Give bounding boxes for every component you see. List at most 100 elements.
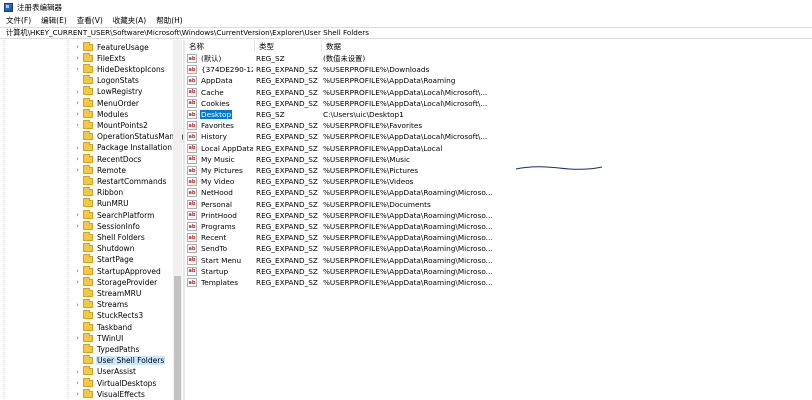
table-row[interactable]: ab My Music REG_EXPAND_SZ %USERPROFILE%\Mus… bbox=[185, 154, 812, 165]
table-row[interactable]: ab Templates REG_EXPAND_SZ %USERPROFILE%\Ap… bbox=[185, 277, 812, 288]
chevron-right-icon[interactable]: › bbox=[74, 390, 81, 398]
tree-item[interactable]: › Remote bbox=[74, 164, 127, 176]
tree-item[interactable]: TypedPaths bbox=[74, 343, 140, 355]
chevron-right-icon[interactable]: › bbox=[74, 43, 81, 51]
value-name-cell[interactable]: ab (默认) bbox=[185, 53, 253, 64]
table-row[interactable]: ab Cache REG_EXPAND_SZ %USERPROFILE%\AppDat… bbox=[185, 87, 812, 98]
tree-item[interactable]: › Package Installation bbox=[74, 142, 173, 153]
tree-item[interactable]: OperationStatusManager bbox=[74, 131, 183, 142]
value-name-cell[interactable]: ab Templates bbox=[185, 277, 253, 288]
tree-item[interactable]: › Streams bbox=[74, 299, 129, 310]
value-name-cell[interactable]: ab Desktop bbox=[185, 109, 253, 120]
value-name-cell[interactable]: ab SendTo bbox=[185, 243, 253, 254]
tree-item[interactable]: StreamMRU bbox=[74, 287, 142, 299]
tree-item[interactable]: › RecentDocs bbox=[74, 153, 142, 165]
value-name-cell[interactable]: ab Cache bbox=[185, 87, 253, 98]
tree-scrollbar-thumb[interactable] bbox=[174, 276, 181, 400]
value-name-cell[interactable]: ab Programs bbox=[185, 221, 253, 232]
table-row[interactable]: ab Recent REG_EXPAND_SZ %USERPROFILE%\AppDa… bbox=[185, 232, 812, 243]
column-header-name[interactable]: 名称 bbox=[185, 40, 255, 52]
value-name-cell[interactable]: ab My Video bbox=[185, 176, 253, 187]
tree-item[interactable]: › HideDesktopIcons bbox=[74, 63, 166, 75]
value-name-cell[interactable]: ab Local AppData bbox=[185, 143, 253, 154]
chevron-right-icon[interactable]: › bbox=[74, 88, 81, 96]
table-row[interactable]: ab {374DE290-12...REG_EXPAND_SZ %USERPROFI… bbox=[185, 64, 812, 75]
value-name-cell[interactable]: ab My Music bbox=[185, 154, 253, 165]
chevron-right-icon[interactable]: › bbox=[74, 211, 81, 219]
tree-item[interactable]: RestartCommands bbox=[74, 175, 167, 187]
chevron-right-icon[interactable]: › bbox=[74, 144, 81, 152]
tree-item[interactable]: › StorageProvider bbox=[74, 276, 158, 288]
value-name-cell[interactable]: ab Cookies bbox=[185, 98, 253, 109]
chevron-right-icon[interactable]: › bbox=[74, 54, 81, 62]
address-bar[interactable]: 计算机\HKEY_CURRENT_USER\Software\Microsoft… bbox=[0, 27, 812, 39]
tree-item[interactable]: Shutdown bbox=[74, 243, 135, 254]
value-name-cell[interactable]: ab Personal bbox=[185, 199, 253, 210]
tree-item[interactable]: Taskband bbox=[74, 321, 133, 333]
table-row[interactable]: ab PrintHood REG_EXPAND_SZ %USERPROFILE%\Ap… bbox=[185, 210, 812, 221]
value-name-cell[interactable]: ab History bbox=[185, 131, 253, 142]
chevron-right-icon[interactable]: › bbox=[74, 267, 81, 275]
chevron-right-icon[interactable]: › bbox=[74, 155, 81, 163]
chevron-right-icon[interactable]: › bbox=[74, 278, 81, 286]
tree-item[interactable]: › Modules bbox=[74, 108, 129, 120]
tree-item[interactable]: Ribbon bbox=[74, 187, 124, 198]
tree-item[interactable]: › SearchPlatform bbox=[74, 209, 155, 221]
chevron-right-icon[interactable]: › bbox=[74, 99, 81, 107]
menu-edit[interactable]: 编辑(E) bbox=[36, 15, 72, 26]
tree-item[interactable]: StuckRects3 bbox=[74, 310, 144, 321]
menu-help[interactable]: 帮助(H) bbox=[151, 15, 188, 26]
chevron-right-icon[interactable]: › bbox=[74, 379, 81, 387]
tree-item[interactable]: StartPage bbox=[74, 254, 134, 265]
tree-item[interactable]: › UserAssist bbox=[74, 366, 137, 377]
value-name-cell[interactable]: ab My Pictures bbox=[185, 165, 253, 176]
value-name-cell[interactable]: ab Startup bbox=[185, 266, 253, 277]
tree-item[interactable]: User Shell Folders bbox=[74, 355, 166, 366]
chevron-right-icon[interactable]: › bbox=[74, 166, 81, 174]
address-path[interactable]: 计算机\HKEY_CURRENT_USER\Software\Microsoft… bbox=[6, 28, 369, 38]
chevron-right-icon[interactable]: › bbox=[74, 301, 81, 309]
tree-item[interactable]: › FileExts bbox=[74, 52, 127, 64]
table-row[interactable]: ab Desktop REG_SZ C:\Users\uic\Desktop1 bbox=[185, 109, 812, 120]
tree-scrollbar[interactable] bbox=[173, 40, 182, 400]
table-row[interactable]: ab My Pictures REG_EXPAND_SZ %USERPROFILE%\… bbox=[185, 165, 812, 176]
table-row[interactable]: ab Startup REG_EXPAND_SZ %USERPROFILE%\AppD… bbox=[185, 266, 812, 277]
table-row[interactable]: ab My Video REG_EXPAND_SZ %USERPROFILE%\Vid… bbox=[185, 176, 812, 187]
tree-item[interactable]: LogonStats bbox=[74, 75, 140, 86]
tree-item[interactable]: › LowRegistry bbox=[74, 86, 143, 97]
tree-item[interactable]: › StartupApproved bbox=[74, 265, 162, 277]
value-name-cell[interactable]: ab AppData bbox=[185, 75, 253, 86]
tree-item[interactable]: › MenuOrder bbox=[74, 97, 140, 109]
value-name-cell[interactable]: ab Recent bbox=[185, 232, 253, 243]
table-row[interactable]: ab Programs REG_EXPAND_SZ %USERPROFILE%\App… bbox=[185, 221, 812, 232]
chevron-right-icon[interactable]: › bbox=[74, 334, 81, 342]
chevron-right-icon[interactable]: › bbox=[74, 65, 81, 73]
tree-item[interactable]: › MountPoints2 bbox=[74, 119, 149, 131]
tree-item[interactable]: › SessionInfo bbox=[74, 220, 141, 232]
value-name-cell[interactable]: ab PrintHood bbox=[185, 210, 253, 221]
table-row[interactable]: ab NetHood REG_EXPAND_SZ %USERPROFILE%\AppD… bbox=[185, 187, 812, 198]
table-row[interactable]: ab Start Menu REG_EXPAND_SZ %USERPROFILE%\A… bbox=[185, 255, 812, 266]
value-name-cell[interactable]: ab NetHood bbox=[185, 187, 253, 198]
value-name-cell[interactable]: ab {374DE290-12... bbox=[185, 64, 253, 75]
table-row[interactable]: ab Favorites REG_EXPAND_SZ %USERPROFILE%\Fa… bbox=[185, 120, 812, 131]
table-row[interactable]: ab History REG_EXPAND_SZ %USERPROFILE%\AppD… bbox=[185, 131, 812, 142]
tree-item[interactable]: RunMRU bbox=[74, 198, 130, 209]
chevron-right-icon[interactable]: › bbox=[74, 121, 81, 129]
menu-view[interactable]: 查看(V) bbox=[72, 15, 108, 26]
table-row[interactable]: ab Personal REG_EXPAND_SZ %USERPROFILE%\Doc… bbox=[185, 199, 812, 210]
table-row[interactable]: ab (默认) REG_SZ (数值未设置) bbox=[185, 53, 812, 64]
table-row[interactable]: ab AppData REG_EXPAND_SZ %USERPROFILE%\AppD… bbox=[185, 75, 812, 86]
tree-item[interactable]: › FeatureUsage bbox=[74, 41, 150, 53]
chevron-right-icon[interactable]: › bbox=[74, 110, 81, 118]
column-header-data[interactable]: 数据 bbox=[322, 40, 622, 52]
value-name-cell[interactable]: ab Start Menu bbox=[185, 255, 253, 266]
tree-item[interactable]: › VisualEffects bbox=[74, 388, 146, 400]
value-name-cell[interactable]: ab Favorites bbox=[185, 120, 253, 131]
menu-file[interactable]: 文件(F) bbox=[0, 15, 36, 26]
chevron-right-icon[interactable]: › bbox=[74, 368, 81, 376]
tree-item[interactable]: › VirtualDesktops bbox=[74, 377, 157, 389]
menu-favorites[interactable]: 收藏夹(A) bbox=[108, 15, 151, 26]
table-row[interactable]: ab Cookies REG_EXPAND_SZ %USERPROFILE%\AppD… bbox=[185, 98, 812, 109]
table-row[interactable]: ab Local AppData REG_EXPAND_SZ %USERPROFILE… bbox=[185, 143, 812, 154]
